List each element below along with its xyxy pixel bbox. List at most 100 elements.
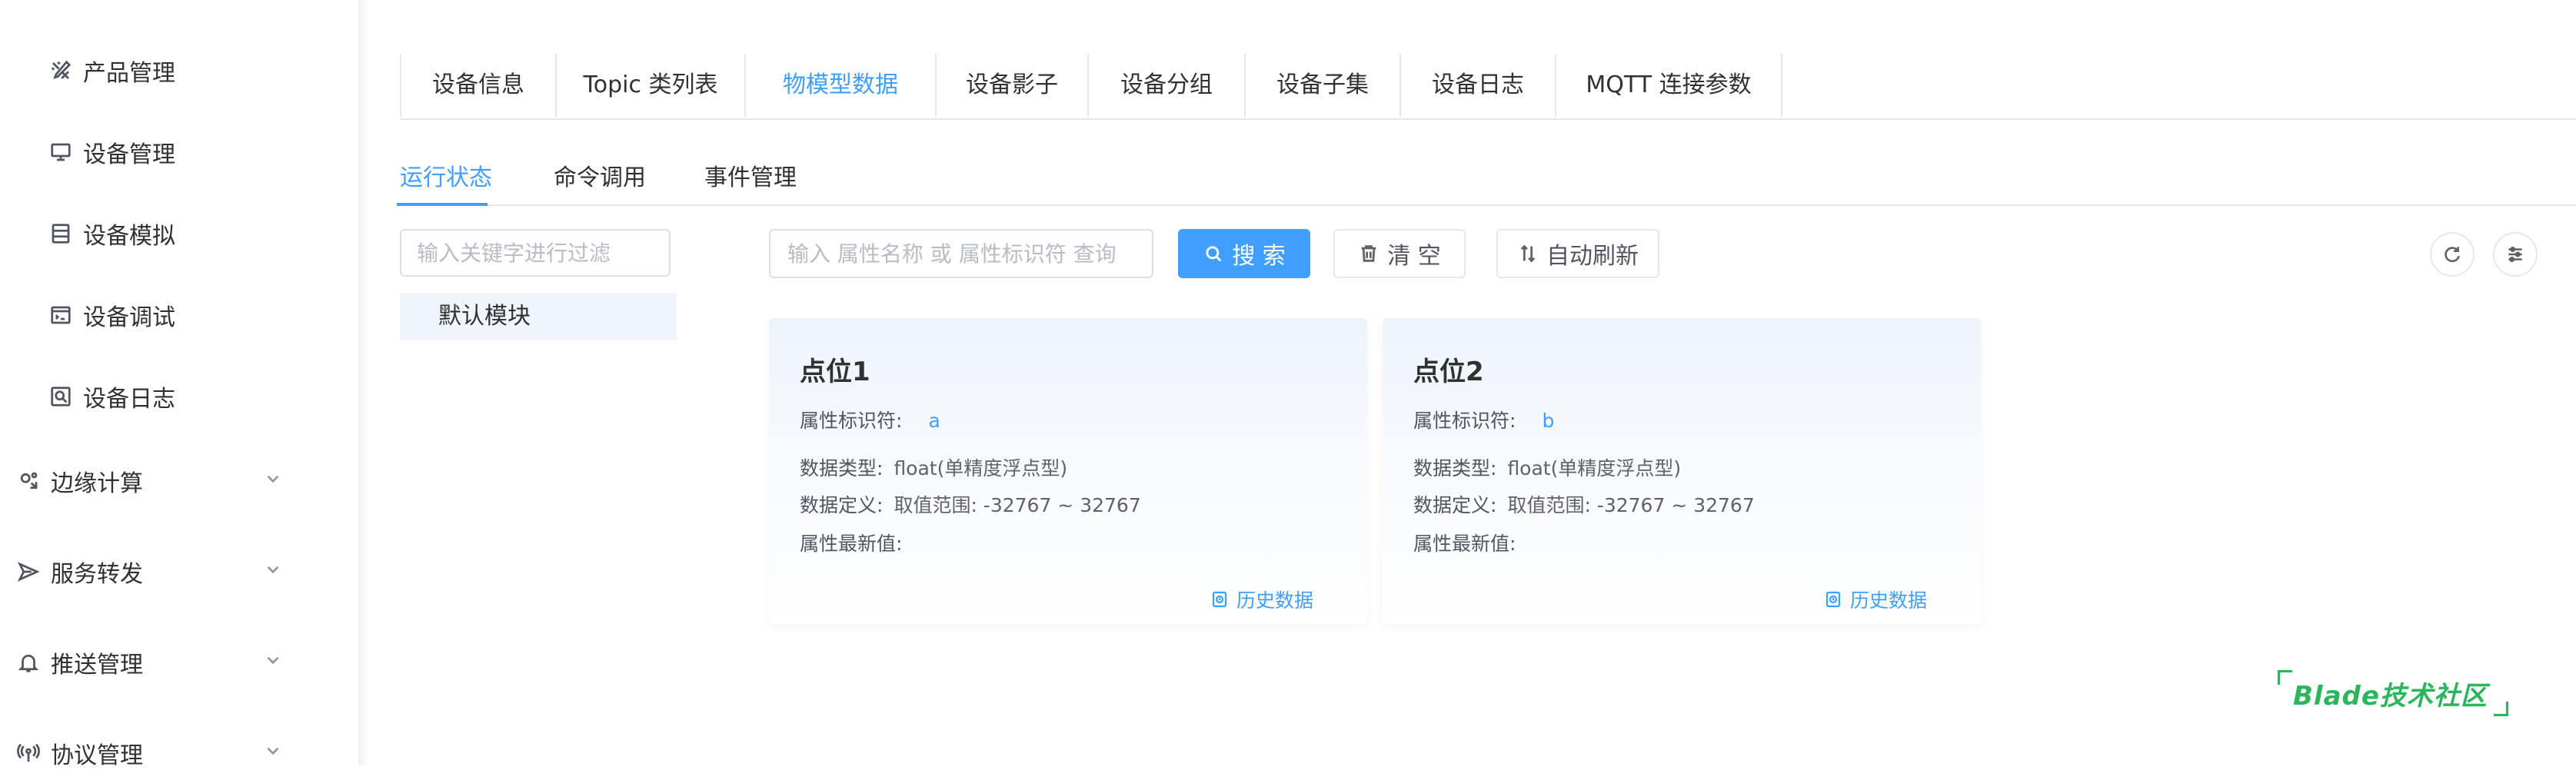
property-type-label: 数据类型: — [1413, 457, 1497, 480]
module-filter-input[interactable] — [400, 229, 671, 277]
sidebar-group-edge-compute[interactable]: 边缘计算 — [15, 464, 323, 498]
property-search-input[interactable] — [769, 229, 1153, 278]
history-icon — [1825, 591, 1841, 608]
log-search-icon — [48, 383, 74, 410]
property-latest-label: 属性最新值: — [800, 533, 903, 555]
auto-refresh-button[interactable]: 自动刷新 — [1496, 229, 1659, 278]
sidebar-item-label: 产品管理 — [83, 60, 175, 87]
sidebar-divider — [358, 0, 369, 765]
tab-mqtt-params[interactable]: MQTT 连接参数 — [1556, 54, 1782, 117]
property-identifier-label: 属性标识符: — [800, 410, 903, 432]
tab-thing-model-data[interactable]: 物模型数据 — [746, 54, 937, 117]
subtab-running-status[interactable]: 运行状态 — [400, 158, 492, 192]
sidebar-item-label: 设备日志 — [83, 386, 175, 413]
property-latest-row: 属性最新值: — [1413, 529, 1526, 556]
watermark-corner — [2278, 670, 2292, 685]
history-data-link[interactable]: 历史数据 — [1210, 586, 1313, 613]
auto-refresh-label: 自动刷新 — [1546, 243, 1639, 270]
search-icon — [1206, 246, 1222, 262]
property-identifier-label: 属性标识符: — [1413, 410, 1516, 432]
tab-device-group[interactable]: 设备分组 — [1089, 54, 1246, 117]
sidebar-item-device-management[interactable]: 设备管理 — [48, 135, 175, 169]
clear-button-label: 清 空 — [1387, 243, 1441, 270]
property-definition-label: 数据定义: — [800, 494, 884, 516]
sliders-icon — [2508, 247, 2522, 262]
property-title: 点位1 — [800, 357, 870, 387]
watermark-text: Blade技术社区 — [2293, 681, 2488, 712]
subtab-event-management[interactable]: 事件管理 — [704, 158, 797, 192]
sidebar-item-device-simulation[interactable]: 设备模拟 — [48, 217, 175, 251]
sort-arrows-icon — [1520, 244, 1536, 263]
simulator-icon — [48, 221, 74, 247]
property-type-row: 数据类型: float(单精度浮点型) — [1413, 453, 1681, 481]
property-latest-row: 属性最新值: — [800, 529, 913, 556]
refresh-icon — [2445, 247, 2460, 263]
tab-device-subset[interactable]: 设备子集 — [1246, 54, 1401, 117]
refresh-button[interactable] — [2430, 232, 2474, 277]
property-latest-label: 属性最新值: — [1413, 533, 1516, 555]
watermark-logo: Blade技术社区 — [2278, 670, 2508, 716]
chevron-down-icon — [263, 740, 283, 767]
chevron-down-icon — [263, 649, 283, 676]
sidebar-item-device-log[interactable]: 设备日志 — [48, 380, 175, 413]
bell-icon — [15, 649, 42, 675]
broadcast-icon — [15, 740, 42, 766]
property-type-value: float(单精度浮点型) — [894, 457, 1068, 480]
sidebar-group-label: 边缘计算 — [51, 470, 143, 497]
sidebar: 产品管理 设备管理 设备模拟 设备调试 设备日志 边缘计算 服务转发 推送管理 … — [0, 0, 358, 769]
tab-device-info[interactable]: 设备信息 — [401, 54, 557, 117]
property-identifier-row: 属性标识符: a — [800, 406, 940, 433]
sidebar-item-label: 设备管理 — [83, 141, 175, 168]
thing-model-subtabs: 运行状态 命令调用 事件管理 — [397, 154, 2576, 206]
trash-icon — [1361, 245, 1376, 262]
history-icon — [1212, 591, 1227, 608]
property-type-value: float(单精度浮点型) — [1507, 457, 1682, 480]
search-button-label: 搜 索 — [1232, 243, 1286, 270]
subtab-active-indicator — [397, 203, 488, 206]
sidebar-item-product-management[interactable]: 产品管理 — [48, 54, 175, 88]
main-content: 设备信息 Topic 类列表 物模型数据 设备影子 设备分组 设备子集 设备日志… — [369, 0, 2576, 765]
clear-button[interactable]: 清 空 — [1333, 229, 1466, 278]
tools-icon — [48, 58, 74, 84]
tab-topic-list[interactable]: Topic 类列表 — [557, 54, 746, 117]
column-settings-button[interactable] — [2493, 232, 2538, 277]
property-card: 点位1 属性标识符: a 数据类型: float(单精度浮点型) 数据定义: 取值范围… — [769, 318, 1367, 624]
chevron-down-icon — [263, 559, 283, 586]
history-data-label: 历史数据 — [1850, 589, 1928, 612]
sidebar-item-label: 设备模拟 — [83, 223, 175, 250]
search-button[interactable]: 搜 索 — [1178, 229, 1310, 278]
property-identifier-value: a — [928, 410, 940, 432]
debug-icon — [48, 302, 74, 328]
property-definition-label: 数据定义: — [1413, 494, 1497, 516]
subtab-command-call[interactable]: 命令调用 — [554, 158, 646, 192]
sidebar-group-protocol-management[interactable]: 协议管理 — [15, 736, 323, 770]
tab-device-log[interactable]: 设备日志 — [1401, 54, 1556, 117]
chevron-down-icon — [263, 468, 283, 495]
property-identifier-value: b — [1542, 410, 1555, 432]
module-tree-item[interactable]: 默认模块 — [400, 294, 677, 340]
sidebar-group-push-management[interactable]: 推送管理 — [15, 646, 323, 679]
sidebar-group-label: 推送管理 — [51, 652, 143, 679]
send-icon — [15, 559, 42, 585]
property-title: 点位2 — [1413, 357, 1484, 387]
property-definition-value: 取值范围: -32767 ~ 32767 — [1507, 494, 1755, 516]
sidebar-item-label: 设备调试 — [83, 304, 175, 331]
sidebar-group-label: 服务转发 — [51, 561, 143, 588]
property-card: 点位2 属性标识符: b 数据类型: float(单精度浮点型) 数据定义: 取值范围… — [1383, 318, 1981, 624]
device-tabbar: 设备信息 Topic 类列表 物模型数据 设备影子 设备分组 设备子集 设备日志… — [400, 54, 2576, 120]
history-data-label: 历史数据 — [1236, 589, 1314, 612]
property-definition-row: 数据定义: 取值范围: -32767 ~ 32767 — [800, 490, 1141, 518]
property-identifier-row: 属性标识符: b — [1413, 406, 1554, 433]
history-data-link[interactable]: 历史数据 — [1824, 586, 1927, 613]
property-definition-value: 取值范围: -32767 ~ 32767 — [894, 494, 1141, 516]
sidebar-item-device-debug[interactable]: 设备调试 — [48, 298, 175, 332]
sidebar-group-label: 协议管理 — [51, 742, 143, 769]
watermark-corner — [2494, 702, 2508, 716]
monitor-icon — [48, 139, 74, 165]
edge-compute-icon — [15, 468, 42, 494]
property-type-row: 数据类型: float(单精度浮点型) — [800, 453, 1067, 481]
sidebar-group-service-forward[interactable]: 服务转发 — [15, 555, 323, 589]
property-definition-row: 数据定义: 取值范围: -32767 ~ 32767 — [1413, 490, 1755, 518]
property-type-label: 数据类型: — [800, 457, 884, 480]
tab-device-shadow[interactable]: 设备影子 — [937, 54, 1089, 117]
